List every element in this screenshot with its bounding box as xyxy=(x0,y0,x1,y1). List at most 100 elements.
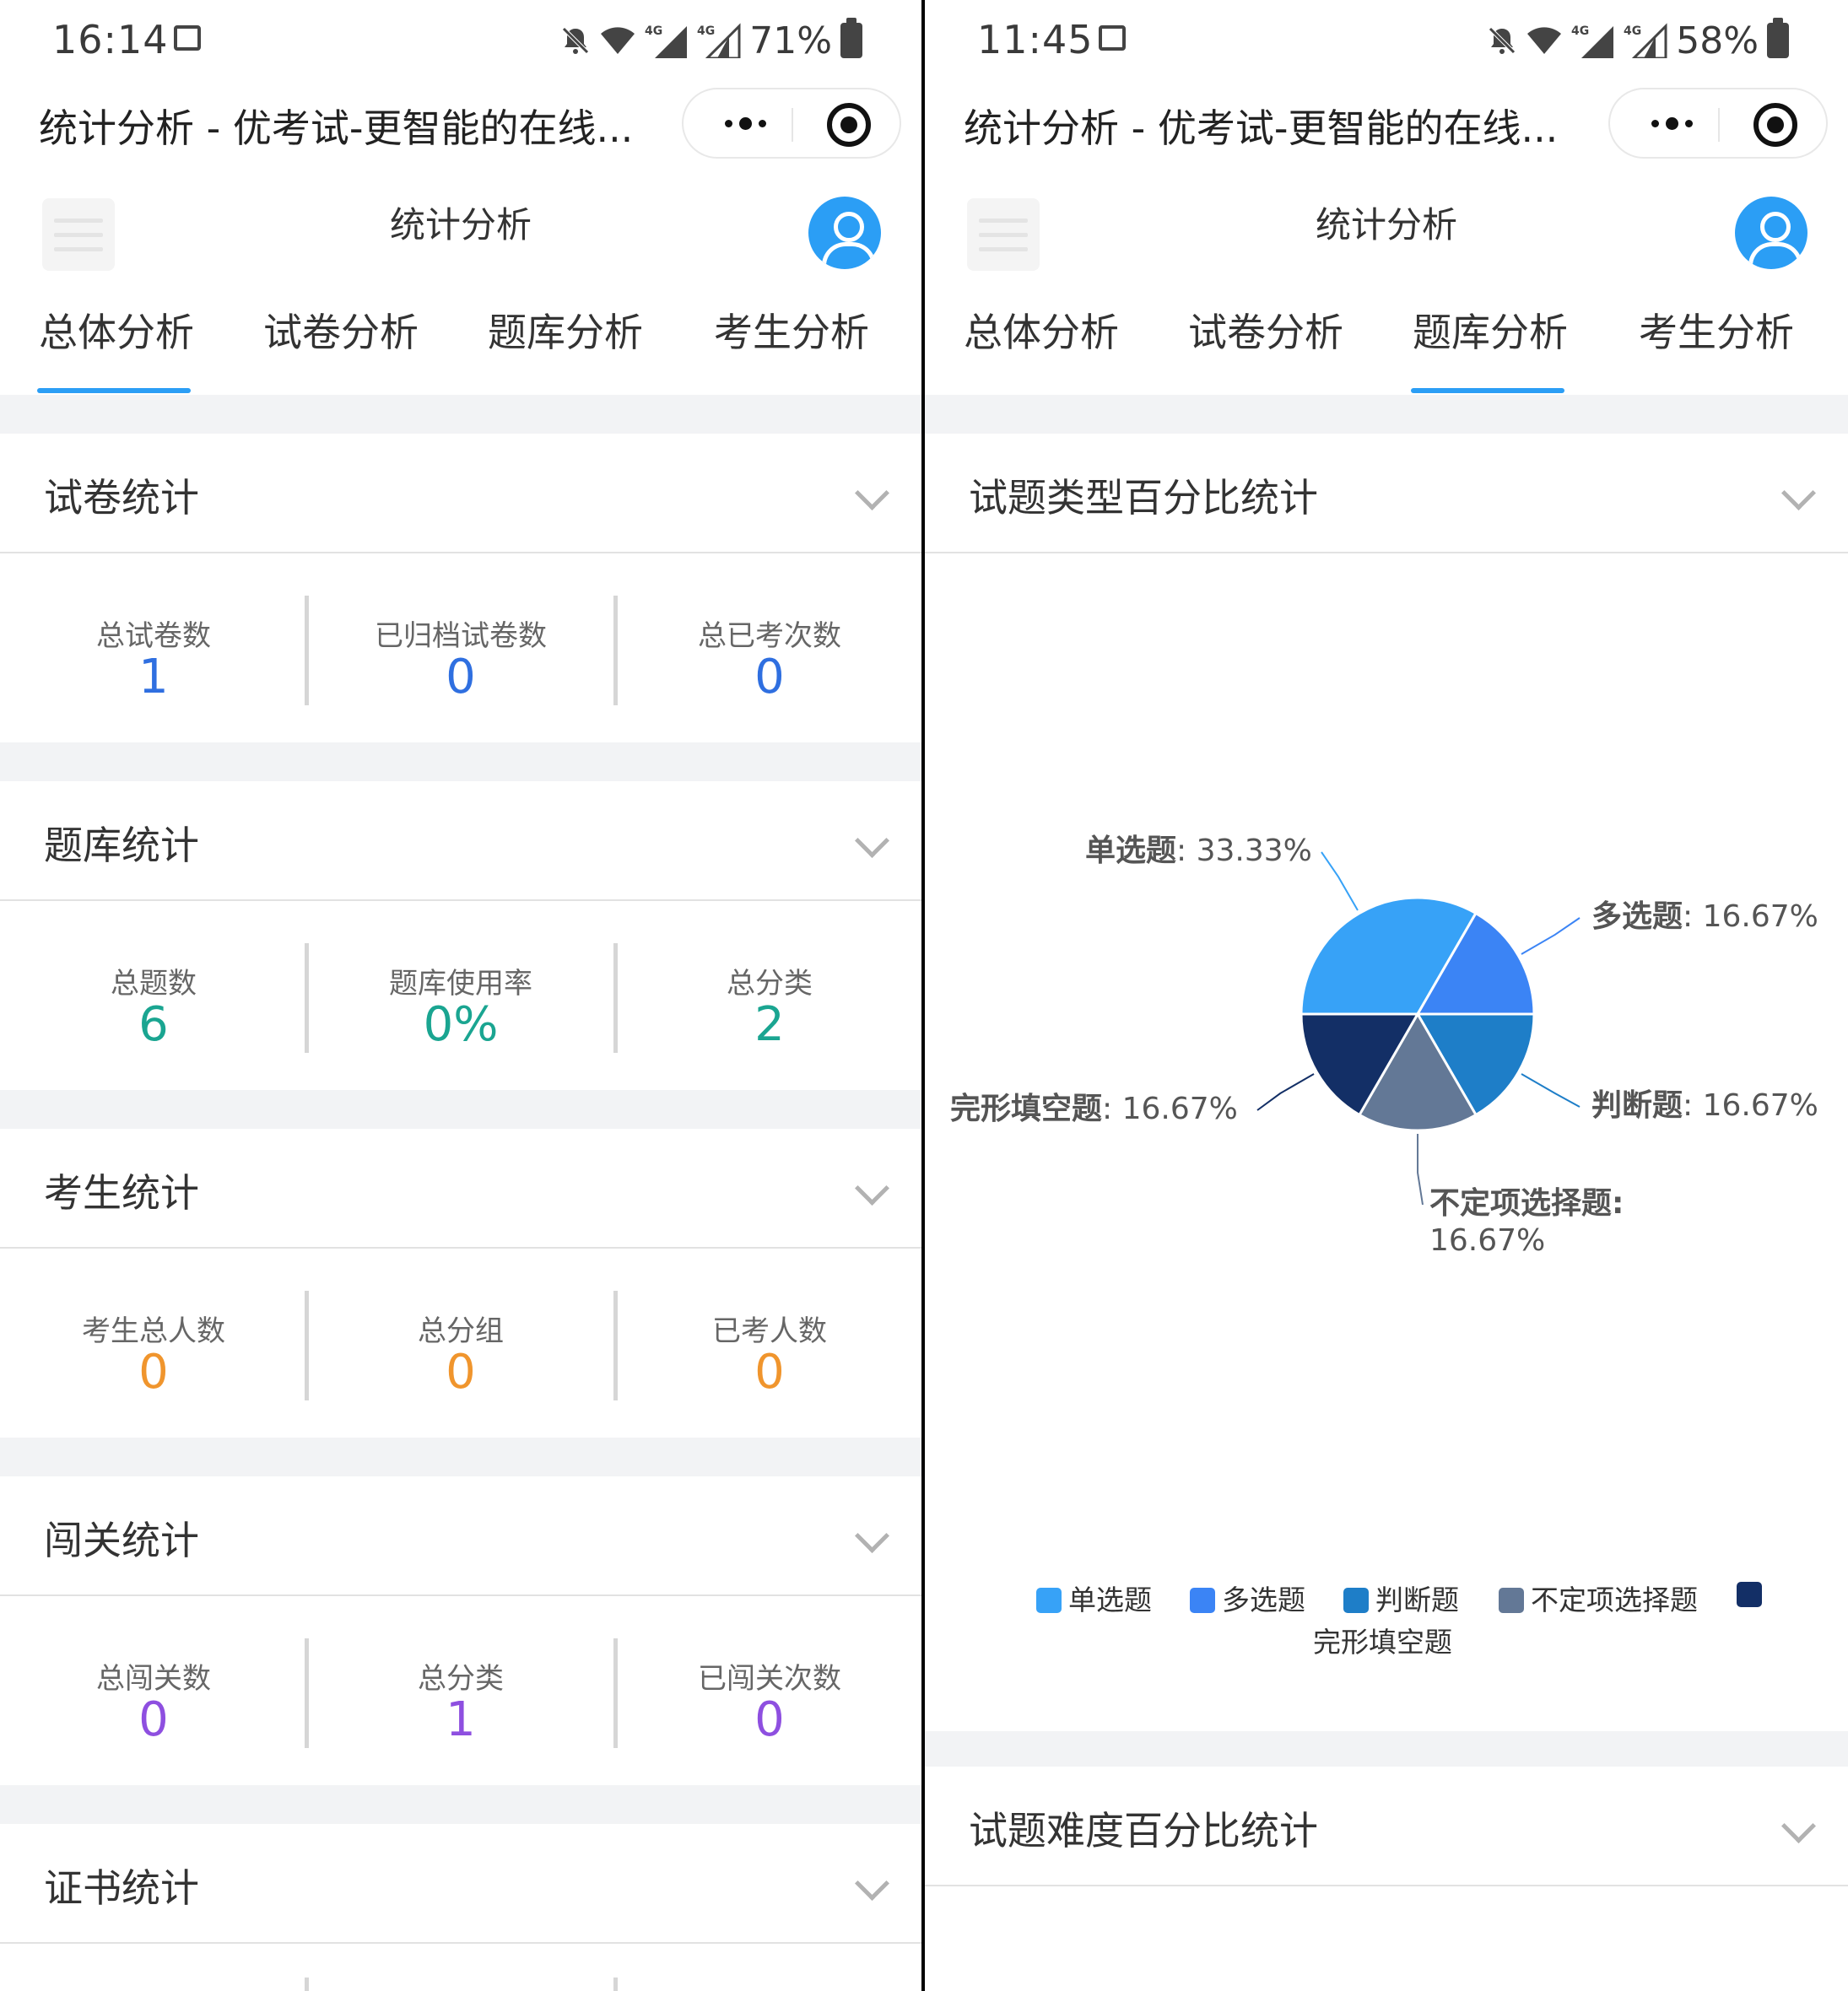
stat-total-categories: 总分类 2 xyxy=(618,903,921,1090)
stat-value: 0% xyxy=(423,997,499,1052)
capsule-divider xyxy=(792,108,793,142)
section-header-bank-stats[interactable]: 题库统计 xyxy=(0,781,921,901)
stat-value: 0 xyxy=(446,650,476,704)
page-title: 统计分析 xyxy=(389,204,532,246)
stat-total-papers: 总试卷数 1 xyxy=(2,555,305,742)
stat-label: 已考人数 xyxy=(712,1314,827,1348)
slice-label: 不定项选择题: 16.67% xyxy=(1429,1186,1624,1258)
section-header-difficulty-pct[interactable]: 试题难度百分比统计 xyxy=(925,1767,1848,1886)
stat-total-challenges: 总闯关数 0 xyxy=(2,1598,305,1785)
stat-value: 1 xyxy=(138,650,169,704)
legend-swatch xyxy=(1190,1588,1215,1613)
chevron-down-icon xyxy=(854,1865,890,1902)
legend-item-swatch-only[interactable] xyxy=(1737,1578,1769,1611)
tab-paper[interactable]: 试卷分析 xyxy=(263,302,419,358)
svg-text:4G: 4G xyxy=(645,24,662,38)
bell-off-icon xyxy=(562,27,589,54)
legend-label-wrapped[interactable]: 完形填空题 xyxy=(1313,1620,1452,1660)
stat-value: 0 xyxy=(754,1692,785,1747)
chevron-down-icon xyxy=(854,823,890,859)
stat-bank-usage: 题库使用率 0% xyxy=(309,903,613,1090)
leader-line xyxy=(1521,917,1581,955)
stat-label: 已归档试卷数 xyxy=(375,619,547,653)
battery-icon xyxy=(840,18,862,58)
status-time: 16:14 xyxy=(52,17,169,62)
legend-label: 单选题 xyxy=(1068,1584,1152,1616)
challenge-stats-row: 总闯关数 0 总分类 1 已闯关次数 0 xyxy=(0,1598,921,1785)
slice-label: 多选题: 16.67% xyxy=(1591,899,1818,934)
legend-item[interactable]: 单选题 xyxy=(1036,1578,1152,1618)
stat-total-questions: 总题数 6 xyxy=(2,903,305,1090)
legend-item[interactable]: 不定项选择题 xyxy=(1499,1578,1698,1618)
stat-value: 6 xyxy=(138,997,169,1052)
stat-examined-count: 已考人数 0 xyxy=(618,1250,921,1438)
leader-line xyxy=(1417,1133,1424,1206)
stat-value: 2 xyxy=(754,997,785,1052)
section-title: 证书统计 xyxy=(44,1865,199,1911)
stat-challenge-categories: 总分类 1 xyxy=(309,1598,613,1785)
section-gap xyxy=(0,1090,921,1129)
legend-label: 判断题 xyxy=(1375,1584,1459,1616)
stat-label: 总试卷数 xyxy=(96,619,211,653)
legend-swatch xyxy=(1036,1588,1062,1613)
slice-label: 判断题: 16.67% xyxy=(1591,1088,1818,1123)
stat-value: 0 xyxy=(138,1692,169,1747)
chevron-down-icon xyxy=(854,475,890,511)
section-gap xyxy=(0,1438,921,1476)
stat-label: 总闯关数 xyxy=(96,1662,211,1696)
slice-label: 完形填空题: 16.67% xyxy=(950,1092,1238,1126)
slice-label: 单选题: 33.33% xyxy=(1085,834,1312,868)
status-bar: 16:14 4G 4G 71% xyxy=(0,0,921,81)
wifi-icon xyxy=(601,27,635,54)
signal-4g-icon: 4G xyxy=(645,24,688,58)
stat-total-groups: 总分组 0 xyxy=(309,1250,613,1438)
section-header-paper-stats[interactable]: 试卷统计 xyxy=(0,434,921,553)
tab-examinee[interactable]: 考生分析 xyxy=(714,302,869,358)
legend-item[interactable]: 多选题 xyxy=(1190,1578,1305,1618)
legend-swatch xyxy=(1499,1588,1524,1613)
stat-label: 考生总人数 xyxy=(82,1314,225,1348)
stat-total-exam-times: 总已考次数 0 xyxy=(618,555,921,742)
battery-percent: 71% xyxy=(749,19,832,62)
legend-label: 多选题 xyxy=(1222,1584,1305,1616)
stat-label: 总分类 xyxy=(418,1662,504,1696)
right-screen: 11:45 4G 4G 58% 统计分析 - 优考试-更智能的在线... 统计分… xyxy=(925,0,1848,1991)
tab-overall[interactable]: 总体分析 xyxy=(39,302,194,358)
section-title: 试题难度百分比统计 xyxy=(969,1808,1318,1853)
section-title: 试卷统计 xyxy=(44,475,199,521)
leader-line xyxy=(1256,1073,1315,1111)
chevron-down-icon xyxy=(1780,1808,1817,1844)
section-header-certificate-stats[interactable]: 证书统计 xyxy=(0,1824,921,1944)
section-gap xyxy=(925,1731,1848,1767)
stat-value: 1 xyxy=(446,1692,476,1747)
divider xyxy=(305,1978,309,1991)
chevron-down-icon xyxy=(854,1518,890,1554)
legend-label: 不定项选择题 xyxy=(1531,1584,1698,1616)
divider xyxy=(613,1978,618,1991)
user-avatar-icon[interactable] xyxy=(808,197,881,269)
section-header-challenge-stats[interactable]: 闯关统计 xyxy=(0,1476,921,1596)
left-screen: 16:14 4G 4G 71% 统计分析 - 优考试-更智能的在线... 统计分… xyxy=(0,0,921,1991)
stat-label: 题库使用率 xyxy=(389,967,532,1001)
stat-archived-papers: 已归档试卷数 0 xyxy=(309,555,613,742)
app-title: 统计分析 - 优考试-更智能的在线... xyxy=(39,105,634,151)
section-header-examinee-stats[interactable]: 考生统计 xyxy=(0,1129,921,1249)
chevron-down-icon xyxy=(854,1170,890,1206)
more-dots-icon[interactable] xyxy=(716,106,775,140)
section-gap xyxy=(0,1785,921,1824)
stat-label: 总分类 xyxy=(727,967,813,1001)
stat-label: 总分组 xyxy=(418,1314,504,1348)
tab-bar: 总体分析 试卷分析 题库分析 考生分析 xyxy=(0,287,921,395)
close-target-icon[interactable] xyxy=(827,103,871,147)
image-notification-icon xyxy=(174,25,201,51)
paper-stats-row: 总试卷数 1 已归档试卷数 0 总已考次数 0 xyxy=(0,555,921,742)
tab-question-bank[interactable]: 题库分析 xyxy=(488,302,643,358)
legend-swatch xyxy=(1343,1588,1369,1613)
legend-item[interactable]: 判断题 xyxy=(1343,1578,1459,1618)
page-header: 统计分析 xyxy=(0,190,921,274)
legend-swatch xyxy=(1737,1582,1762,1607)
section-title: 闯关统计 xyxy=(44,1518,199,1563)
stat-value: 0 xyxy=(754,1345,785,1400)
active-tab-indicator xyxy=(37,388,191,393)
question-type-pie-chart: 单选题: 33.33% 多选题: 16.67% 判断题: 16.67% 不定项选择题:… xyxy=(950,834,1818,1258)
